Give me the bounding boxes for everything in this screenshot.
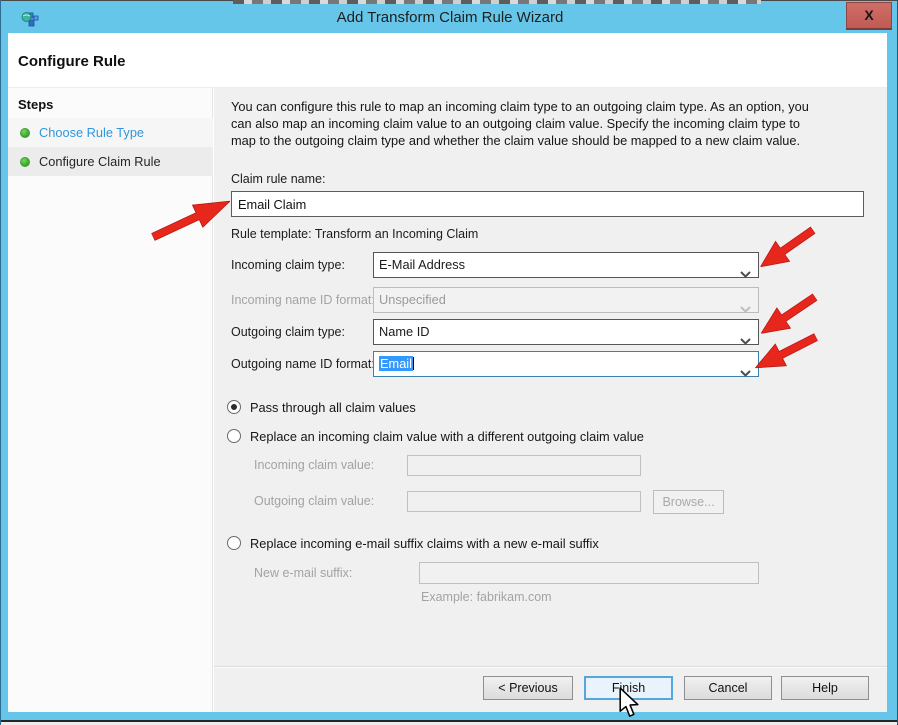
mouse-cursor [618, 687, 640, 719]
chevron-down-icon [740, 329, 751, 353]
sidebar-item-label: Choose Rule Type [39, 125, 144, 140]
combobox-value: E-Mail Address [379, 257, 465, 272]
outgoing-name-id-format-label: Outgoing name ID format: [231, 357, 375, 371]
steps-sidebar: Steps Choose Rule Type Configure Claim R… [8, 88, 213, 712]
new-email-suffix-label: New e-mail suffix: [254, 566, 352, 580]
cancel-button[interactable]: Cancel [684, 676, 772, 700]
outgoing-name-id-format-combobox[interactable]: Email [373, 351, 759, 377]
combobox-value: Name ID [379, 324, 430, 339]
close-button[interactable]: X [846, 2, 892, 30]
radio-pass-through[interactable] [227, 400, 241, 414]
previous-button[interactable]: < Previous [483, 676, 573, 700]
radio-pass-through-label: Pass through all claim values [250, 400, 416, 415]
add-transform-claim-rule-wizard-window: Add Transform Claim Rule Wizard X Config… [0, 0, 898, 725]
outgoing-claim-type-combobox[interactable]: Name ID [373, 319, 759, 345]
description-text: map to the outgoing claim type and wheth… [231, 133, 800, 148]
incoming-name-id-format-label: Incoming name ID format: [231, 293, 375, 307]
new-email-suffix-input [419, 562, 759, 584]
incoming-claim-value-label: Incoming claim value: [254, 458, 374, 472]
outgoing-claim-value-input [407, 491, 641, 512]
sidebar-item-choose-rule-type[interactable]: Choose Rule Type [8, 118, 213, 147]
page-title: Configure Rule [18, 53, 126, 70]
browse-button: Browse... [653, 490, 724, 514]
radio-replace-email-suffix[interactable] [227, 536, 241, 550]
outgoing-claim-value-label: Outgoing claim value: [254, 494, 374, 508]
claim-rule-name-label: Claim rule name: [231, 172, 325, 186]
incoming-claim-value-input [407, 455, 641, 476]
steps-heading: Steps [18, 97, 53, 112]
claim-rule-name-input[interactable] [231, 191, 864, 217]
chevron-down-icon [740, 262, 751, 286]
incoming-claim-type-label: Incoming claim type: [231, 258, 345, 272]
description-text: can also map an incoming claim value to … [231, 116, 800, 131]
dialog-header: Configure Rule [8, 33, 887, 88]
radio-replace-email-suffix-label: Replace incoming e-mail suffix claims wi… [250, 536, 599, 551]
selected-text: Email [379, 356, 413, 371]
incoming-name-id-format-combobox: Unspecified [373, 287, 759, 313]
sidebar-item-label: Configure Claim Rule [39, 154, 161, 169]
text-caret [413, 357, 414, 370]
adfs-wizard-icon [21, 10, 39, 28]
green-dot-icon [20, 157, 30, 167]
background-window-remnant [233, 0, 761, 4]
incoming-claim-type-combobox[interactable]: E-Mail Address [373, 252, 759, 278]
window-title: Add Transform Claim Rule Wizard [1, 9, 898, 26]
radio-replace-claim-value[interactable] [227, 429, 241, 443]
rule-template-text: Rule template: Transform an Incoming Cla… [231, 227, 478, 241]
description-text: You can configure this rule to map an in… [231, 99, 809, 114]
sidebar-item-configure-claim-rule[interactable]: Configure Claim Rule [8, 147, 213, 176]
chevron-down-icon [740, 297, 751, 321]
example-text: Example: fabrikam.com [421, 590, 552, 604]
button-bar-divider [214, 666, 887, 668]
main-panel: You can configure this rule to map an in… [214, 88, 887, 712]
help-button[interactable]: Help [781, 676, 869, 700]
outgoing-claim-type-label: Outgoing claim type: [231, 325, 345, 339]
green-dot-icon [20, 128, 30, 138]
combobox-value: Unspecified [379, 292, 446, 307]
chevron-down-icon [740, 361, 751, 385]
radio-selected-dot [231, 404, 237, 410]
dialog-body: Configure Rule Steps Choose Rule Type Co… [8, 33, 887, 712]
radio-replace-claim-value-label: Replace an incoming claim value with a d… [250, 429, 644, 444]
